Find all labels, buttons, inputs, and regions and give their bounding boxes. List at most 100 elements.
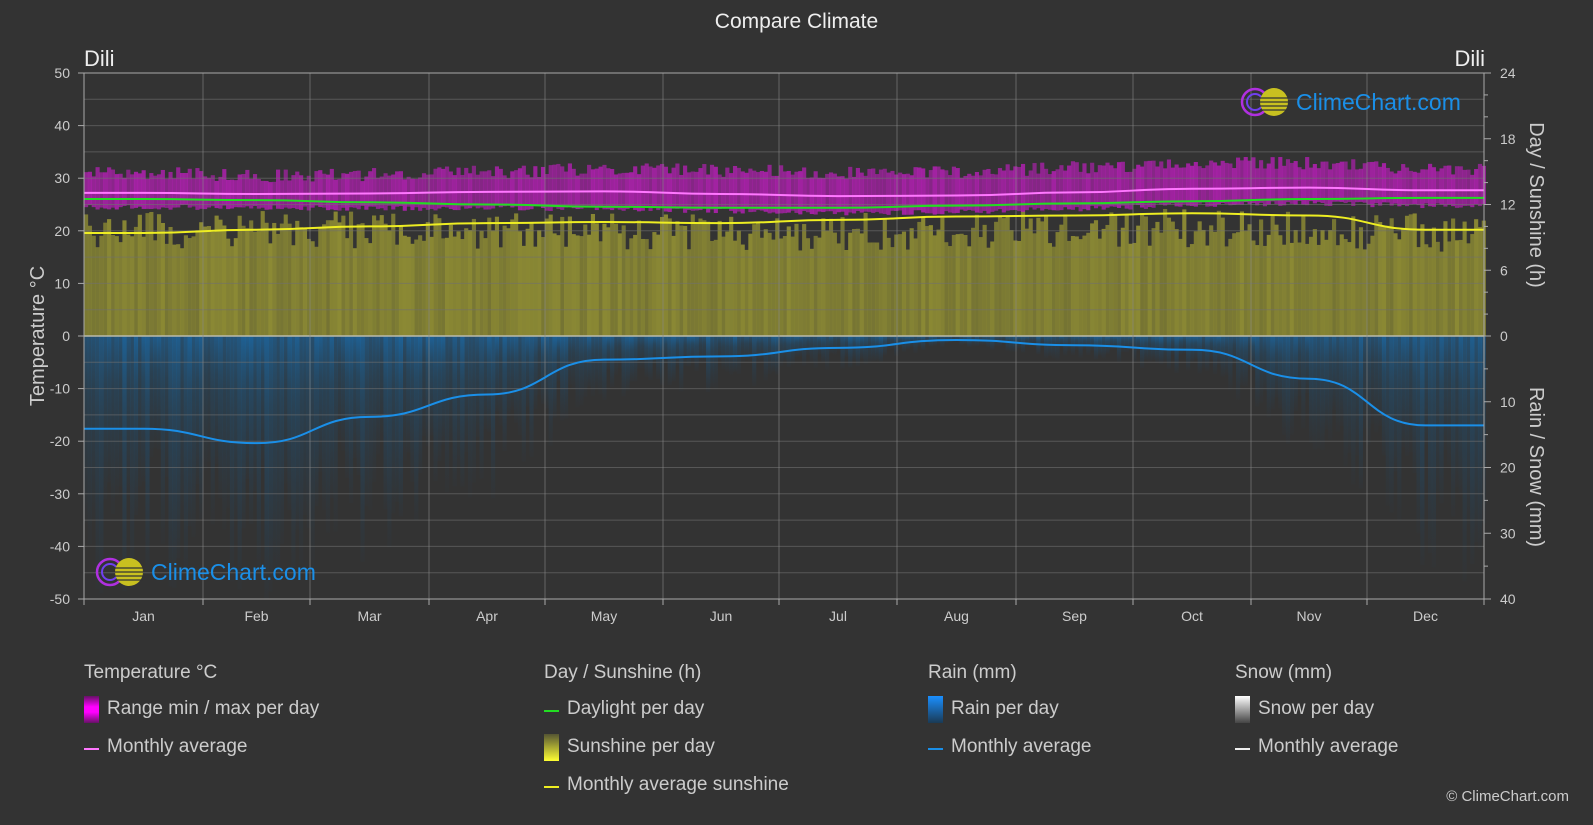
rain-day-bar [621,336,626,397]
rain-day-bar [283,336,288,484]
temp-range-bar [1412,171,1417,205]
sunshine-day-bar [1462,221,1467,336]
temp-range-bar [594,168,599,211]
rain-day-bar [875,336,880,361]
rain-day-bar [844,336,849,357]
sunshine-day-bar [168,226,173,336]
sunshine-day-bar [1416,247,1421,336]
rain-day-bar [613,336,619,375]
temp-range-bar [87,171,92,206]
rain-day-bar [625,336,630,391]
sunshine-day-bar [1182,209,1187,336]
sunshine-day-bar [1228,238,1233,336]
temp-range-bar [122,177,127,206]
sunshine-day-bar [122,220,127,336]
temp-range-bar [130,174,135,209]
rain-day-bar [640,336,645,369]
rain-day-bar [168,336,173,587]
sunshine-day-bar [1397,239,1402,336]
rain-day-bar [310,336,315,567]
sunshine-day-bar [1086,232,1091,336]
legend-item: Daylight per day [544,698,789,736]
sunshine-day-bar [1297,242,1302,336]
sunshine-day-bar [729,216,734,336]
temp-range-bar [1113,168,1118,207]
legend-label: Range min / max per day [107,698,320,719]
sunshine-day-bar [660,216,665,336]
sunshine-day-bar [1274,224,1279,336]
month-label: Apr [476,608,498,624]
temp-range-bar [1374,161,1379,204]
temp-range-bar [886,172,891,215]
temp-range-bar [1105,162,1110,208]
sunshine-day-bar [1381,226,1387,336]
sunshine-day-bar [663,214,668,336]
sunshine-day-bar [1024,228,1029,336]
temp-range-bar [790,174,795,211]
rain-day-bar [356,336,361,475]
temp-range-bar [1166,159,1172,205]
sunshine-day-bar [1113,214,1118,336]
sunshine-day-bar [110,235,116,336]
month-label: Nov [1297,608,1322,624]
sunshine-day-bar [648,249,653,336]
rain-day-bar [540,336,546,404]
rain-day-bar [444,336,450,493]
rain-day-bar [260,336,265,466]
legend-label: Rain per day [951,698,1059,719]
rain-day-bar [725,336,730,372]
temp-range-bar [95,167,100,210]
sunshine-day-bar [598,241,603,336]
rain-day-bar [663,336,668,364]
month-label: May [591,608,617,624]
sunshine-day-bar [844,249,849,336]
sunshine-day-bar [206,226,212,336]
sunshine-day-bar [1443,221,1448,336]
sunshine-day-bar [721,236,726,336]
legend-label: Monthly average [1258,736,1399,757]
sunshine-day-bar [1212,231,1218,336]
sunshine-day-bar [360,223,365,336]
rain-day-bar [1009,336,1014,352]
sunshine-day-bar [1324,239,1329,336]
left-tick-label: 20 [54,223,70,239]
sunshine-day-bar [606,227,611,336]
sunshine-day-bar [183,235,188,336]
sunshine-day-bar [210,231,215,336]
temp-range-bar [786,170,791,213]
sunshine-day-bar [429,236,434,336]
sunshine-day-bar [487,217,492,336]
rain-day-bar [172,336,177,588]
logo-bottom[interactable]: ClimeChart.com [95,556,316,588]
month-label: Sep [1062,608,1087,624]
rain-day-bar [1435,336,1440,493]
rain-day-bar [1201,336,1206,369]
rain-day-bar [237,336,242,590]
temp-range-bar [1028,170,1033,208]
sunshine-day-bar [932,235,937,336]
temp-range-bar [1063,170,1068,208]
rain-day-bar [1124,336,1129,353]
logo-top[interactable]: ClimeChart.com [1240,86,1461,118]
sunshine-day-bar [249,220,254,336]
rain-day-bar [617,336,622,369]
temp-range-bar [767,164,772,214]
sunshine-day-bar [940,217,945,336]
sunshine-day-bar [1036,217,1041,336]
sunshine-day-bar [594,223,599,336]
rain-day-bar [675,336,680,366]
sunshine-day-bar [583,224,588,336]
rain-day-bar [752,336,757,387]
temp-range-bar [1332,163,1337,202]
rain-day-bar [1439,336,1444,504]
sunshine-day-bar [444,237,450,336]
rain-day-bar [798,336,803,357]
sunshine-day-bar [1370,235,1375,336]
temp-range-bar [598,166,603,208]
temp-range-bar [510,171,515,208]
sunshine-day-bar [732,240,738,336]
sunshine-day-bar [924,226,930,336]
temp-range-bar [1174,164,1179,207]
temp-range-bar [1001,170,1006,213]
month-label: Jun [710,608,733,624]
